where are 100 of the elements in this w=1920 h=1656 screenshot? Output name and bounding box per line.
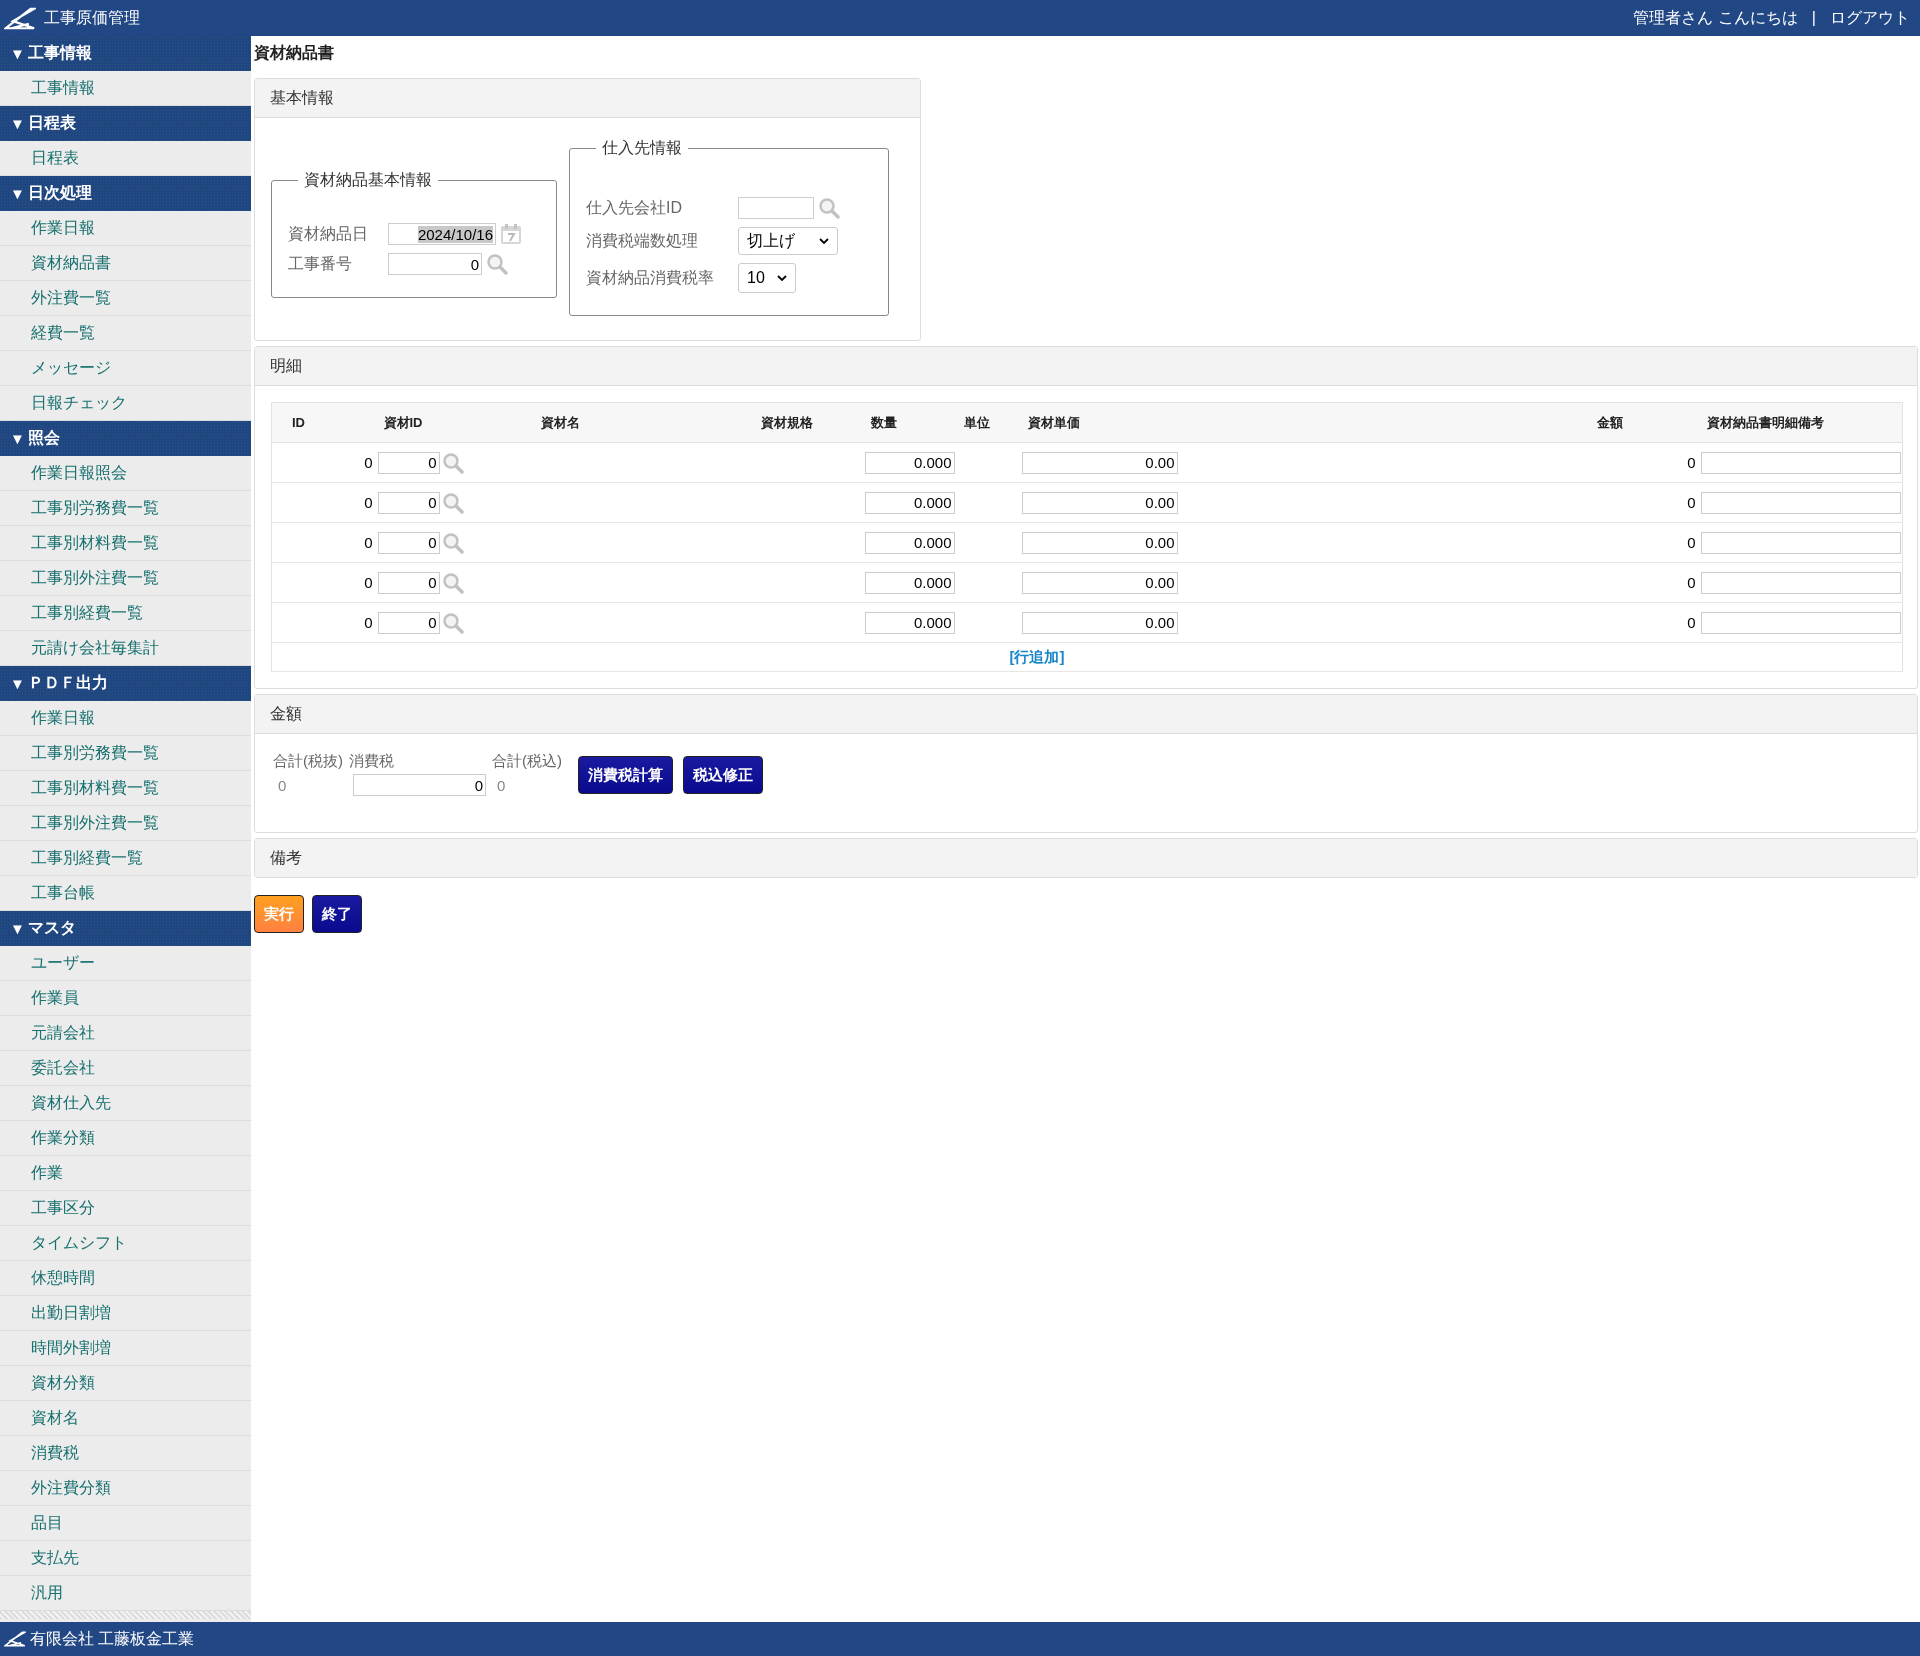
- sidebar-item[interactable]: 委託会社: [0, 1051, 251, 1086]
- date-field[interactable]: 2024/10/16: [388, 223, 496, 245]
- sidebar-item[interactable]: メッセージ: [0, 351, 251, 386]
- tax-field[interactable]: 0: [353, 774, 486, 796]
- sidebar-group-header[interactable]: ▼ 工事情報: [0, 36, 251, 71]
- sidebar-item[interactable]: 工事別外注費一覧: [0, 561, 251, 596]
- sidebar-item[interactable]: 出勤日割増: [0, 1296, 251, 1331]
- column-header: ID: [271, 402, 378, 443]
- material-id-field[interactable]: 0: [377, 611, 440, 634]
- sidebar-item[interactable]: 消費税: [0, 1436, 251, 1471]
- quantity-field[interactable]: 0.000: [864, 451, 955, 474]
- remark-field[interactable]: [1700, 571, 1901, 594]
- field-label: 消費税: [349, 752, 395, 771]
- material-id-field[interactable]: 0: [377, 571, 440, 594]
- material-id-field[interactable]: 0: [377, 531, 440, 554]
- quantity-field[interactable]: 0.000: [864, 611, 955, 634]
- sidebar-item[interactable]: 外注費分類: [0, 1471, 251, 1506]
- calendar-icon[interactable]: [500, 223, 522, 245]
- fieldset-legend: 仕入先情報: [596, 138, 688, 159]
- search-icon[interactable]: [486, 253, 508, 275]
- action-button[interactable]: 税込修正: [683, 756, 763, 794]
- table-cell: 0: [1590, 482, 1701, 523]
- page-title: 資材納品書: [254, 43, 335, 63]
- supplier-id-field[interactable]: [738, 197, 814, 219]
- search-icon[interactable]: [441, 611, 464, 634]
- sidebar-item[interactable]: 工事別材料費一覧: [0, 526, 251, 561]
- subtotal-value: 0: [277, 775, 288, 796]
- sidebar-item[interactable]: 工事別経費一覧: [0, 841, 251, 876]
- column-header: 資材ID: [377, 402, 535, 443]
- job-number-field[interactable]: 0: [388, 253, 482, 275]
- column-header: 金額: [1590, 402, 1701, 443]
- greeting-text: 管理者さん こんにちは: [1633, 7, 1798, 28]
- rounding-select[interactable]: 切上げ: [738, 227, 838, 255]
- table-cell: 0: [271, 442, 378, 483]
- sidebar-group-header[interactable]: ▼ ＰＤＦ出力: [0, 666, 251, 701]
- remark-field[interactable]: [1700, 531, 1901, 554]
- sidebar-item[interactable]: 作業分類: [0, 1121, 251, 1156]
- sidebar-item[interactable]: 資材仕入先: [0, 1086, 251, 1121]
- sidebar-item[interactable]: 工事別外注費一覧: [0, 806, 251, 841]
- unit-price-field[interactable]: 0.00: [1021, 531, 1178, 554]
- app-title: 工事原価管理: [44, 7, 140, 28]
- unit-price-field[interactable]: 0.00: [1021, 571, 1178, 594]
- tax-rate-select[interactable]: 10: [738, 263, 796, 293]
- sidebar-group-header[interactable]: ▼ 照会: [0, 421, 251, 456]
- column-header: 数量: [864, 402, 958, 443]
- logout-link[interactable]: ログアウト: [1830, 7, 1910, 29]
- sidebar-item[interactable]: 工事別経費一覧: [0, 596, 251, 631]
- sidebar-item[interactable]: 作業: [0, 1156, 251, 1191]
- search-icon[interactable]: [441, 451, 464, 474]
- unit-price-field[interactable]: 0.00: [1021, 451, 1178, 474]
- column-header: 資材名: [534, 402, 755, 443]
- sidebar-item[interactable]: 作業日報照会: [0, 456, 251, 491]
- sidebar-item[interactable]: ユーザー: [0, 946, 251, 981]
- table-cell: 0: [271, 482, 378, 523]
- action-button[interactable]: 終了: [312, 895, 362, 933]
- sidebar-item[interactable]: 資材納品書: [0, 246, 251, 281]
- sidebar-item[interactable]: 工事別労務費一覧: [0, 491, 251, 526]
- search-icon[interactable]: [818, 197, 840, 219]
- search-icon[interactable]: [441, 531, 464, 554]
- material-id-field[interactable]: 0: [377, 491, 440, 514]
- remark-field[interactable]: [1700, 611, 1901, 634]
- logo-icon: [4, 1631, 26, 1647]
- quantity-field[interactable]: 0.000: [864, 491, 955, 514]
- sidebar-item[interactable]: 休憩時間: [0, 1261, 251, 1296]
- sidebar-item[interactable]: タイムシフト: [0, 1226, 251, 1261]
- table-cell: 0: [1590, 442, 1701, 483]
- sidebar-item[interactable]: 時間外割増: [0, 1331, 251, 1366]
- caret-icon: [776, 275, 787, 281]
- table-cell: 0: [1590, 602, 1701, 643]
- remark-field[interactable]: [1700, 451, 1901, 474]
- sidebar-item[interactable]: 作業日報: [0, 701, 251, 736]
- add-row-link[interactable]: [行追加]: [1009, 647, 1065, 665]
- panel-title: 明細: [255, 347, 1917, 386]
- quantity-field[interactable]: 0.000: [864, 571, 955, 594]
- sidebar-item[interactable]: 工事区分: [0, 1191, 251, 1226]
- unit-price-field[interactable]: 0.00: [1021, 491, 1178, 514]
- sidebar-item[interactable]: 資材分類: [0, 1366, 251, 1401]
- sidebar-group-header[interactable]: ▼ 日次処理: [0, 176, 251, 211]
- sidebar-item[interactable]: 支払先: [0, 1541, 251, 1576]
- sidebar-item[interactable]: 資材名: [0, 1401, 251, 1436]
- quantity-field[interactable]: 0.000: [864, 531, 955, 554]
- sidebar-item[interactable]: 外注費一覧: [0, 281, 251, 316]
- sidebar-item[interactable]: 経費一覧: [0, 316, 251, 351]
- table-cell: 0: [1590, 562, 1701, 603]
- sidebar-item[interactable]: 品目: [0, 1506, 251, 1541]
- remark-field[interactable]: [1700, 491, 1901, 514]
- unit-price-field[interactable]: 0.00: [1021, 611, 1178, 634]
- sidebar-group-header[interactable]: ▼ 日程表: [0, 106, 251, 141]
- sidebar-item[interactable]: 作業員: [0, 981, 251, 1016]
- sidebar-item[interactable]: 作業日報: [0, 211, 251, 246]
- sidebar-item[interactable]: 工事別材料費一覧: [0, 771, 251, 806]
- action-button[interactable]: 消費税計算: [578, 756, 673, 794]
- material-id-field[interactable]: 0: [377, 451, 440, 474]
- sidebar-group-header[interactable]: ▼ マスタ: [0, 911, 251, 946]
- search-icon[interactable]: [441, 491, 464, 514]
- search-icon[interactable]: [441, 571, 464, 594]
- table-cell: 0: [1590, 522, 1701, 563]
- total-value: 0: [496, 775, 507, 796]
- sidebar-item[interactable]: 工事別労務費一覧: [0, 736, 251, 771]
- sidebar-item[interactable]: 元請会社: [0, 1016, 251, 1051]
